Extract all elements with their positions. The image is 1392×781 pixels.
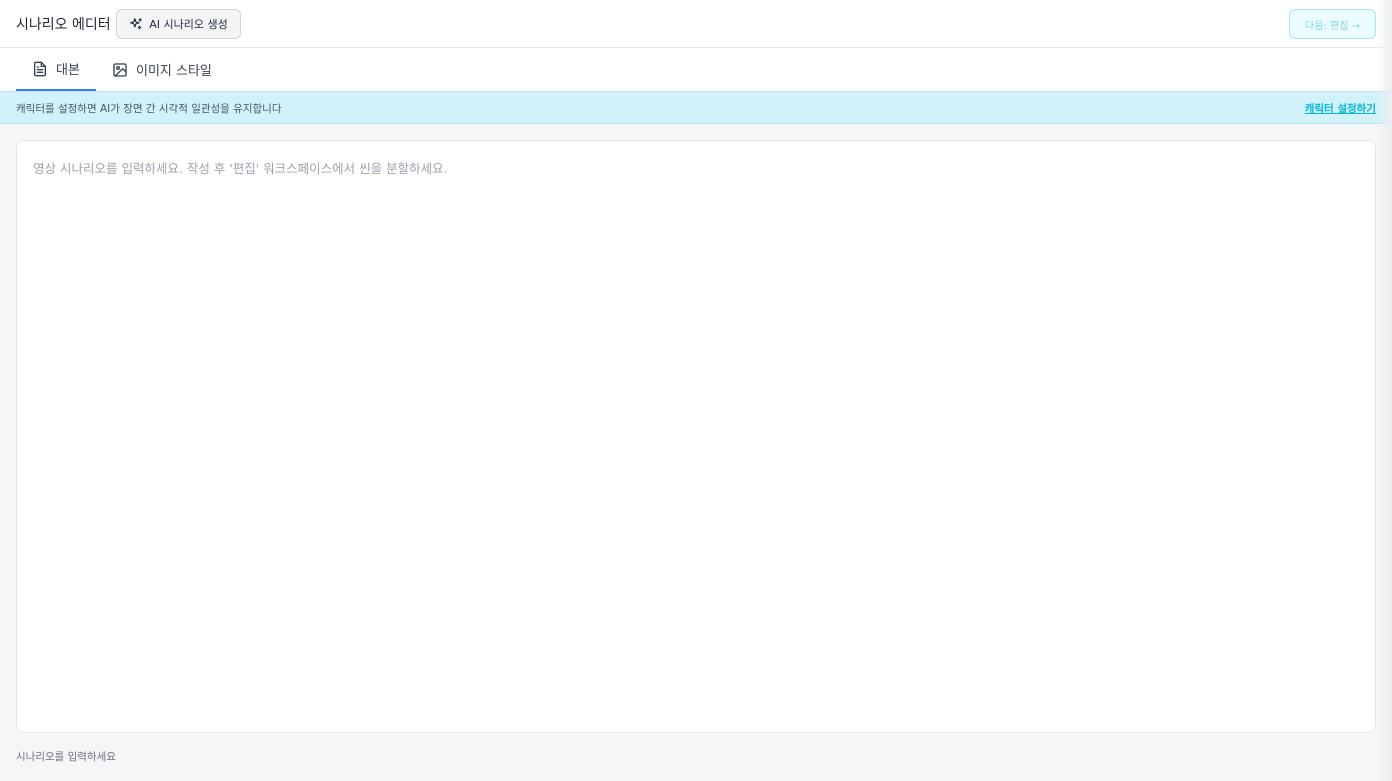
character-banner: 캐릭터를 설정하면 AI가 장면 간 시각적 일관성을 유지합니다 캐릭터 설정… [0, 91, 1392, 124]
tab-script[interactable]: 대본 [16, 48, 96, 91]
next-edit-button[interactable]: 다음: 편집 → [1289, 9, 1376, 39]
app-root: 시나리오 에디터 AI 시나리오 생성 다음: 편집 → 대본 이미지 스타일 … [0, 0, 1392, 781]
sparkles-icon [130, 18, 143, 30]
tab-image-style[interactable]: 이미지 스타일 [96, 48, 228, 91]
banner-text: 캐릭터를 설정하면 AI가 장면 간 시각적 일관성을 유지합니다 [16, 103, 282, 115]
document-icon [34, 61, 46, 76]
header: 시나리오 에디터 AI 시나리오 생성 다음: 편집 → [0, 0, 1392, 48]
footer-hint: 시나리오를 입력하세요 [16, 751, 116, 763]
scenario-editor[interactable] [16, 140, 1376, 733]
tab-bar: 대본 이미지 스타일 [0, 48, 1392, 91]
tab-script-label: 대본 [56, 63, 80, 78]
image-icon [113, 62, 127, 77]
character-setup-link[interactable]: 캐릭터 설정하기 [1305, 101, 1376, 116]
ai-generate-label: AI 시나리오 생성 [149, 18, 228, 31]
tab-image-style-label: 이미지 스타일 [136, 64, 212, 79]
page-title: 시나리오 에디터 [16, 17, 111, 33]
ai-generate-button[interactable]: AI 시나리오 생성 [116, 9, 241, 39]
